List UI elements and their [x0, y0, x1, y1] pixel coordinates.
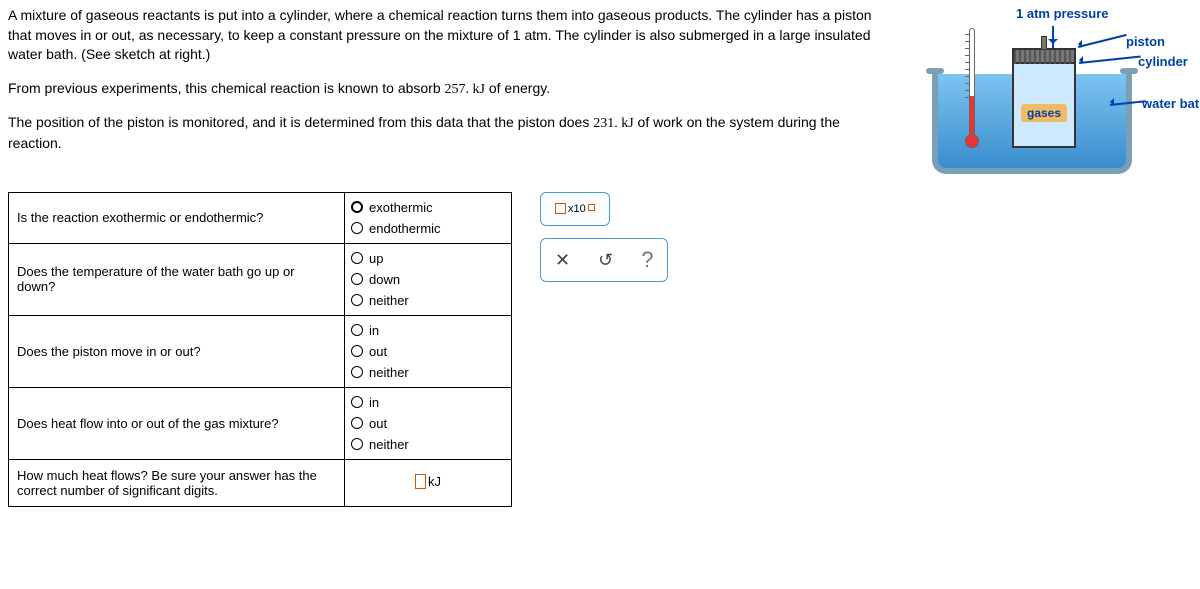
x10-label: x10 [568, 203, 586, 215]
p2a: From previous experiments, this chemical… [8, 80, 445, 96]
p2b: of energy. [485, 80, 550, 96]
q1-opt1: endothermic [369, 221, 441, 236]
callout-arrow-icon [1106, 98, 1114, 106]
q3-text: Does the piston move in or out? [9, 315, 345, 387]
sci-notation-box[interactable]: x10 [540, 192, 610, 226]
table-row: Does the piston move in or out? in out n… [9, 315, 512, 387]
apparatus-diagram: 1 atm pressure piston cylinder water bat… [910, 4, 1188, 190]
q3-radio-in[interactable] [351, 324, 363, 336]
reset-icon[interactable]: ↺ [598, 251, 613, 269]
close-icon[interactable]: ✕ [555, 251, 570, 269]
callout-arrow-icon [1075, 56, 1083, 64]
q4-text: Does heat flow into or out of the gas mi… [9, 387, 345, 459]
q1-options: exothermic endothermic [345, 192, 512, 243]
q5-input-cell: kJ [345, 459, 512, 506]
q3-opt2: neither [369, 365, 409, 380]
exponent-placeholder-icon [588, 204, 595, 211]
problem-statement: A mixture of gaseous reactants is put in… [8, 6, 888, 154]
q4-opt0: in [369, 395, 379, 410]
q2-opt1: down [369, 272, 400, 287]
problem-paragraph-1: A mixture of gaseous reactants is put in… [8, 6, 888, 65]
q5-unit: kJ [428, 474, 441, 489]
action-box: ✕ ↺ ? [540, 238, 668, 282]
q4-radio-in[interactable] [351, 396, 363, 408]
callout-line [1079, 56, 1141, 64]
label-water-bath: water bath [1142, 96, 1200, 111]
problem-paragraph-3: The position of the piston is monitored,… [8, 113, 888, 153]
problem-paragraph-2: From previous experiments, this chemical… [8, 79, 888, 100]
problem-p1-text: A mixture of gaseous reactants is put in… [8, 7, 872, 62]
q2-text: Does the temperature of the water bath g… [9, 243, 345, 315]
q2-radio-neither[interactable] [351, 294, 363, 306]
p3a: The position of the piston is monitored,… [8, 114, 593, 130]
p2-value: 257. kJ [445, 82, 485, 97]
q4-radio-out[interactable] [351, 417, 363, 429]
q3-options: in out neither [345, 315, 512, 387]
help-icon[interactable]: ? [641, 249, 653, 271]
cylinder-shape: gases [1012, 48, 1076, 148]
table-row: Does the temperature of the water bath g… [9, 243, 512, 315]
p3-value: 231. kJ [593, 116, 633, 131]
label-pressure: 1 atm pressure [1016, 6, 1109, 21]
mantissa-placeholder-icon [555, 203, 566, 214]
piston-shape [1014, 50, 1074, 64]
table-row: Is the reaction exothermic or endothermi… [9, 192, 512, 243]
q2-options: up down neither [345, 243, 512, 315]
thermometer-shape [967, 28, 977, 148]
q3-opt1: out [369, 344, 387, 359]
q4-opt2: neither [369, 437, 409, 452]
q4-radio-neither[interactable] [351, 438, 363, 450]
callout-arrow-icon [1074, 40, 1082, 48]
q3-radio-out[interactable] [351, 345, 363, 357]
answer-placeholder-icon [415, 474, 426, 489]
q2-radio-up[interactable] [351, 252, 363, 264]
answer-table: Is the reaction exothermic or endothermi… [8, 192, 512, 507]
q1-radio-exothermic[interactable] [351, 201, 363, 213]
table-row: How much heat flows? Be sure your answer… [9, 459, 512, 506]
pressure-arrow-icon [1052, 26, 1054, 48]
label-piston: piston [1126, 34, 1165, 49]
q2-opt0: up [369, 251, 383, 266]
q5-text: How much heat flows? Be sure your answer… [9, 459, 345, 506]
q1-radio-endothermic[interactable] [351, 222, 363, 234]
label-cylinder: cylinder [1138, 54, 1188, 69]
toolbox: x10 ✕ ↺ ? [540, 192, 668, 282]
q3-opt0: in [369, 323, 379, 338]
q3-radio-neither[interactable] [351, 366, 363, 378]
q5-answer-input[interactable]: kJ [415, 474, 441, 489]
q2-radio-down[interactable] [351, 273, 363, 285]
q2-opt2: neither [369, 293, 409, 308]
q4-opt1: out [369, 416, 387, 431]
piston-handle-shape [1041, 36, 1047, 50]
table-row: Does heat flow into or out of the gas mi… [9, 387, 512, 459]
q1-opt0: exothermic [369, 200, 433, 215]
q4-options: in out neither [345, 387, 512, 459]
label-gases: gases [1021, 104, 1067, 122]
q1-text: Is the reaction exothermic or endothermi… [9, 192, 345, 243]
callout-line [1078, 34, 1127, 48]
